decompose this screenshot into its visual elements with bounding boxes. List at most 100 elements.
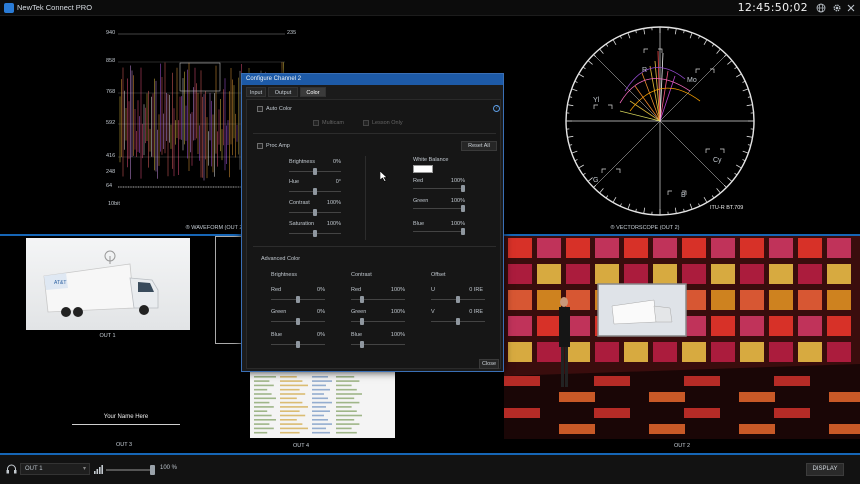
globe-icon[interactable] — [816, 3, 826, 13]
lower-third-line — [72, 424, 180, 425]
close-icon[interactable] — [846, 3, 856, 13]
vectorscope-tick — [612, 197, 617, 203]
led-panel — [624, 238, 648, 258]
led-panel — [537, 316, 561, 336]
gear-icon[interactable] — [832, 3, 842, 13]
monitor-output-select[interactable]: OUT 1 ▾ — [20, 463, 90, 475]
headphones-icon[interactable] — [6, 464, 17, 474]
sheet-cell — [280, 393, 306, 395]
vectorscope-tick — [605, 43, 609, 47]
vectorscope-tick — [643, 207, 646, 214]
floor-tile — [829, 392, 860, 402]
led-panel — [508, 342, 532, 362]
sheet-cell — [336, 423, 360, 425]
sheet-cell — [336, 380, 360, 382]
vectorscope-tick — [674, 207, 677, 214]
sheet-cell — [254, 431, 268, 434]
volume-slider[interactable] — [106, 469, 154, 471]
adv-o-v-knob[interactable] — [456, 318, 460, 325]
sheet-cell — [254, 376, 276, 378]
multicam-checkbox[interactable] — [313, 120, 319, 126]
wf-scale-940: 940 — [106, 30, 116, 36]
vectorscope-tick — [742, 80, 746, 83]
out4-monitor[interactable]: OUT 4 — [248, 372, 464, 453]
vectorscope-tick — [599, 188, 604, 194]
vectorscope-tick — [574, 80, 578, 83]
out1-label: OUT 1 — [99, 333, 116, 339]
led-panel — [595, 264, 619, 284]
truck-image: AT&T — [43, 250, 159, 317]
wb-blue-slider-knob[interactable] — [461, 228, 465, 235]
adv-b-red-knob[interactable] — [296, 296, 300, 303]
volume-slider-knob[interactable] — [150, 465, 155, 475]
tab-color[interactable]: Color — [300, 87, 326, 97]
adv-c-red-knob[interactable] — [360, 296, 364, 303]
out3-monitor[interactable]: Your Name Here OUT 3 — [0, 344, 248, 453]
adv-o-u-knob[interactable] — [456, 296, 460, 303]
adv-b-green-knob[interactable] — [296, 318, 300, 325]
wb-red-slider-knob[interactable] — [461, 185, 465, 192]
wb-red-label: Red — [413, 178, 424, 184]
hue-slider-knob[interactable] — [313, 188, 317, 195]
adv-c-green-label: Green — [351, 309, 367, 315]
close-button[interactable]: Close — [479, 359, 499, 369]
vectorscope-tick — [689, 32, 693, 39]
out1-monitor[interactable]: AT&T OUT 1 — [0, 236, 215, 344]
vectorscope-tick — [587, 177, 593, 182]
vectorscope-tick — [643, 28, 646, 35]
timecode-clock: 12:45:50;02 — [737, 1, 808, 14]
vectorscope-tick — [698, 203, 701, 207]
led-panel — [827, 238, 851, 258]
sheet-cell — [280, 410, 300, 412]
floor-tile — [559, 392, 595, 402]
color-panel: Auto Color ? Multicam Lesson Only Proc A… — [246, 99, 501, 369]
wb-blue-slider-track[interactable] — [413, 231, 465, 232]
vectorscope-tick — [689, 203, 693, 210]
vectorscope-tick — [716, 48, 721, 54]
dialog-title[interactable]: Configure Channel 2 — [242, 74, 503, 85]
sheet-cell — [280, 380, 303, 382]
wb-red-slider-track[interactable] — [413, 188, 465, 189]
led-panel — [537, 290, 561, 310]
output-select-value: OUT 1 — [25, 466, 43, 472]
led-panel — [508, 316, 532, 336]
out2-monitor[interactable]: OUT 2 — [504, 236, 860, 453]
adv-b-blue-knob[interactable] — [296, 341, 300, 348]
wb-green-slider-knob[interactable] — [461, 205, 465, 212]
vectorscope-tick — [627, 203, 631, 210]
adv-c-blue-label: Blue — [351, 332, 363, 338]
sheet-cell — [312, 380, 332, 382]
adv-c-green-knob[interactable] — [360, 318, 364, 325]
vectorscope-tick — [742, 159, 746, 162]
vectorscope-tick — [605, 195, 609, 199]
proc-amp-checkbox[interactable] — [257, 143, 263, 149]
sheet-cell — [336, 384, 352, 387]
wb-green-slider-track[interactable] — [413, 208, 465, 209]
lower-third-name: Your Name Here — [103, 414, 149, 420]
sheet-cell — [254, 410, 268, 412]
floor-tile — [504, 408, 540, 418]
adv-c-blue-knob[interactable] — [360, 341, 364, 348]
app-title: NewTek Connect PRO — [17, 3, 93, 12]
saturation-slider-knob[interactable] — [313, 230, 317, 237]
brightness-slider-knob[interactable] — [313, 168, 317, 175]
tab-output[interactable]: Output — [268, 87, 298, 97]
tab-input[interactable]: Input — [246, 87, 266, 97]
display-button[interactable]: DISPLAY — [806, 463, 844, 476]
lesson-only-checkbox[interactable] — [363, 120, 369, 126]
adv-o-u-label: U — [431, 287, 435, 293]
configure-channel-dialog[interactable]: Configure Channel 2 Input Output Color A… — [241, 73, 504, 372]
led-panel — [711, 238, 735, 258]
vectorscope-tick — [587, 60, 593, 65]
contrast-slider-knob[interactable] — [313, 209, 317, 216]
auto-color-checkbox[interactable] — [257, 106, 263, 112]
led-panel — [537, 238, 561, 258]
vectorscope-tick — [674, 28, 677, 35]
title-bar: NewTek Connect PRO 12:45:50;02 — [0, 0, 860, 16]
help-icon[interactable]: ? — [493, 105, 500, 112]
white-balance-swatch[interactable] — [413, 165, 433, 173]
vs-target-r: R — [642, 67, 648, 74]
sheet-cell — [254, 414, 272, 417]
virtual-set-image — [504, 236, 860, 439]
reset-all-button[interactable]: Reset All — [461, 141, 497, 151]
